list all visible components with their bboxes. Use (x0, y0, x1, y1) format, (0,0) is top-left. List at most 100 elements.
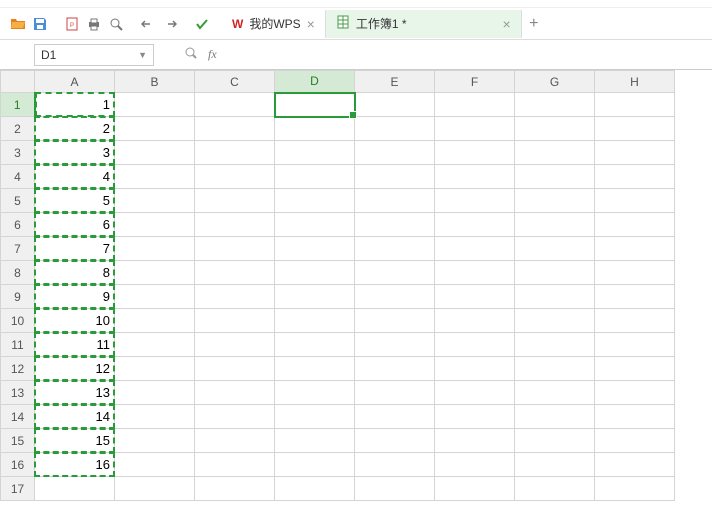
cell-F14[interactable] (435, 405, 515, 429)
column-header-A[interactable]: A (35, 71, 115, 93)
cell-H7[interactable] (595, 237, 675, 261)
cell-C4[interactable] (195, 165, 275, 189)
cell-D2[interactable] (275, 117, 355, 141)
row-header-9[interactable]: 9 (1, 285, 35, 309)
cell-D4[interactable] (275, 165, 355, 189)
cell-D3[interactable] (275, 141, 355, 165)
cell-B5[interactable] (115, 189, 195, 213)
cell-G15[interactable] (515, 429, 595, 453)
cell-G11[interactable] (515, 333, 595, 357)
cell-F7[interactable] (435, 237, 515, 261)
cell-H8[interactable] (595, 261, 675, 285)
open-icon[interactable] (8, 14, 28, 34)
cell-G1[interactable] (515, 93, 595, 117)
cell-D10[interactable] (275, 309, 355, 333)
cell-A2[interactable]: 2 (35, 117, 115, 141)
cell-E17[interactable] (355, 477, 435, 501)
cell-G12[interactable] (515, 357, 595, 381)
cell-C6[interactable] (195, 213, 275, 237)
cell-C13[interactable] (195, 381, 275, 405)
column-header-F[interactable]: F (435, 71, 515, 93)
column-header-B[interactable]: B (115, 71, 195, 93)
cell-C10[interactable] (195, 309, 275, 333)
cell-E13[interactable] (355, 381, 435, 405)
redo-icon[interactable] (160, 14, 180, 34)
cell-E10[interactable] (355, 309, 435, 333)
row-header-5[interactable]: 5 (1, 189, 35, 213)
cell-B16[interactable] (115, 453, 195, 477)
cell-H16[interactable] (595, 453, 675, 477)
column-header-H[interactable]: H (595, 71, 675, 93)
cell-C1[interactable] (195, 93, 275, 117)
cell-D15[interactable] (275, 429, 355, 453)
cell-E14[interactable] (355, 405, 435, 429)
cell-C7[interactable] (195, 237, 275, 261)
cell-A14[interactable]: 14 (35, 405, 115, 429)
cell-B7[interactable] (115, 237, 195, 261)
select-all-corner[interactable] (1, 71, 35, 93)
cell-H9[interactable] (595, 285, 675, 309)
cell-D1[interactable] (275, 93, 355, 117)
cell-H6[interactable] (595, 213, 675, 237)
cell-B3[interactable] (115, 141, 195, 165)
cell-E12[interactable] (355, 357, 435, 381)
cell-F13[interactable] (435, 381, 515, 405)
cell-B4[interactable] (115, 165, 195, 189)
cell-F6[interactable] (435, 213, 515, 237)
cell-G13[interactable] (515, 381, 595, 405)
cell-B10[interactable] (115, 309, 195, 333)
cell-D14[interactable] (275, 405, 355, 429)
cell-D11[interactable] (275, 333, 355, 357)
print-icon[interactable] (84, 14, 104, 34)
cell-F15[interactable] (435, 429, 515, 453)
cell-E1[interactable] (355, 93, 435, 117)
cell-H1[interactable] (595, 93, 675, 117)
cell-B11[interactable] (115, 333, 195, 357)
column-header-E[interactable]: E (355, 71, 435, 93)
cell-B17[interactable] (115, 477, 195, 501)
cell-D13[interactable] (275, 381, 355, 405)
search-fx-icon[interactable] (184, 46, 198, 63)
cell-A12[interactable]: 12 (35, 357, 115, 381)
cell-B15[interactable] (115, 429, 195, 453)
cell-G7[interactable] (515, 237, 595, 261)
tab-my-wps[interactable]: W 我的WPS × (222, 10, 326, 38)
cell-D17[interactable] (275, 477, 355, 501)
cell-F16[interactable] (435, 453, 515, 477)
row-header-15[interactable]: 15 (1, 429, 35, 453)
close-icon[interactable]: × (503, 16, 511, 32)
row-header-13[interactable]: 13 (1, 381, 35, 405)
cell-E6[interactable] (355, 213, 435, 237)
cell-A9[interactable]: 9 (35, 285, 115, 309)
cell-C5[interactable] (195, 189, 275, 213)
cell-C3[interactable] (195, 141, 275, 165)
cell-D7[interactable] (275, 237, 355, 261)
cell-D12[interactable] (275, 357, 355, 381)
cell-E5[interactable] (355, 189, 435, 213)
cell-C14[interactable] (195, 405, 275, 429)
row-header-7[interactable]: 7 (1, 237, 35, 261)
cell-B1[interactable] (115, 93, 195, 117)
cell-C8[interactable] (195, 261, 275, 285)
cell-G14[interactable] (515, 405, 595, 429)
cell-B12[interactable] (115, 357, 195, 381)
cell-E9[interactable] (355, 285, 435, 309)
cell-F9[interactable] (435, 285, 515, 309)
cell-E16[interactable] (355, 453, 435, 477)
cell-H3[interactable] (595, 141, 675, 165)
cell-H10[interactable] (595, 309, 675, 333)
check-icon[interactable] (192, 14, 212, 34)
cell-E3[interactable] (355, 141, 435, 165)
cell-A3[interactable]: 3 (35, 141, 115, 165)
cell-C11[interactable] (195, 333, 275, 357)
cell-H15[interactable] (595, 429, 675, 453)
undo-icon[interactable] (138, 14, 158, 34)
cell-D5[interactable] (275, 189, 355, 213)
cell-F10[interactable] (435, 309, 515, 333)
cell-G6[interactable] (515, 213, 595, 237)
row-header-11[interactable]: 11 (1, 333, 35, 357)
cell-C9[interactable] (195, 285, 275, 309)
cell-F17[interactable] (435, 477, 515, 501)
column-header-C[interactable]: C (195, 71, 275, 93)
save-icon[interactable] (30, 14, 50, 34)
